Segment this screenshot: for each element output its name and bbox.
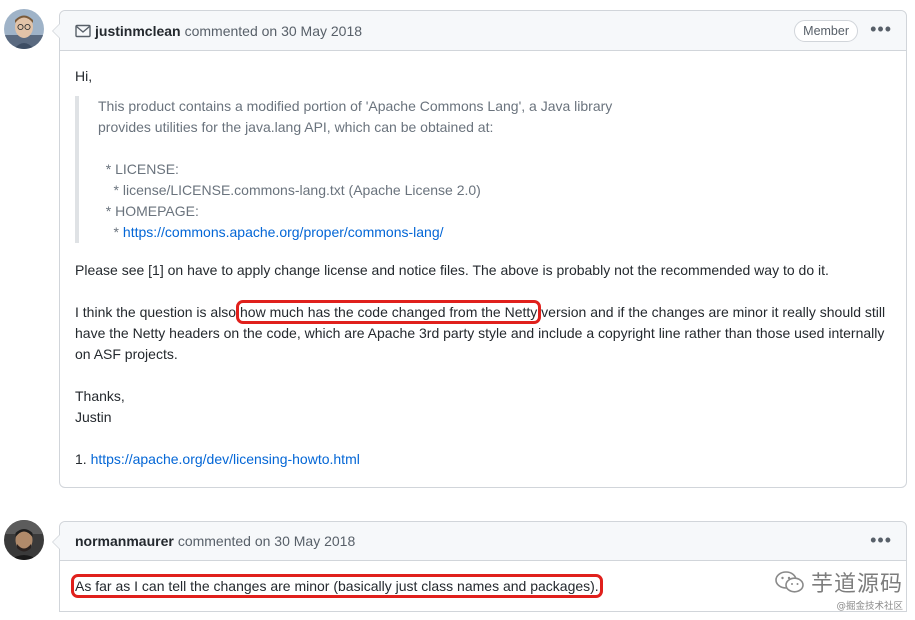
- blockquote: This product contains a modified portion…: [75, 96, 891, 243]
- more-options-icon[interactable]: •••: [870, 19, 892, 39]
- comment-author[interactable]: normanmaurer: [75, 533, 174, 549]
- comment-timestamp[interactable]: commented on 30 May 2018: [185, 23, 362, 39]
- watermark-subtitle: @掘金技术社区: [836, 601, 903, 612]
- comment-author[interactable]: justinmclean: [95, 23, 181, 39]
- quote-line: * HOMEPAGE:: [98, 203, 199, 219]
- thanks-text: Thanks,: [75, 388, 125, 404]
- highlighted-phrase: how much has the code changed from the N…: [235, 300, 542, 324]
- sign-off: Thanks, Justin: [75, 386, 891, 428]
- quote-line-prefix: *: [98, 224, 123, 240]
- mail-icon: [75, 24, 91, 37]
- avatar-justinmclean[interactable]: [4, 9, 44, 49]
- more-options-icon[interactable]: •••: [870, 530, 892, 550]
- comment-timestamp[interactable]: commented on 30 May 2018: [178, 533, 355, 549]
- quote-line: provides utilities for the java.lang API…: [98, 119, 494, 135]
- avatar-normanmaurer[interactable]: [4, 520, 44, 560]
- quote-line: This product contains a modified portion…: [98, 98, 613, 114]
- paragraph-text: I think the question is also: [75, 304, 240, 320]
- quote-line: * license/LICENSE.commons-lang.txt (Apac…: [98, 182, 481, 198]
- comment-body: Hi, This product contains a modified por…: [60, 51, 906, 485]
- quote-line: * LICENSE:: [98, 161, 179, 177]
- highlighted-reply: As far as I can tell the changes are min…: [71, 574, 603, 598]
- greeting: Hi,: [75, 68, 93, 84]
- comment-header: justinmclean commented on 30 May 2018 Me…: [60, 11, 906, 51]
- quote-line: [98, 138, 891, 159]
- licensing-howto-link[interactable]: https://apache.org/dev/licensing-howto.h…: [91, 451, 360, 467]
- wechat-icon: [775, 571, 804, 593]
- member-badge: Member: [794, 20, 858, 42]
- paragraph-license-note: Please see [1] on have to apply change l…: [75, 262, 829, 278]
- comment-header: normanmaurer commented on 30 May 2018 ••…: [60, 522, 906, 561]
- footnote: 1. https://apache.org/dev/licensing-howt…: [75, 449, 891, 470]
- watermark-title: 芋道源码: [810, 572, 903, 597]
- quote-line-homepage: * https://commons.apache.org/proper/comm…: [98, 222, 891, 243]
- signature-text: Justin: [75, 409, 112, 425]
- footnote-number: 1.: [75, 451, 91, 467]
- comment-justinmclean: justinmclean commented on 30 May 2018 Me…: [52, 10, 907, 488]
- paragraph-question: I think the question is also how much ha…: [75, 300, 891, 365]
- watermark: 芋道源码: [775, 566, 903, 598]
- commons-lang-link[interactable]: https://commons.apache.org/proper/common…: [123, 224, 444, 240]
